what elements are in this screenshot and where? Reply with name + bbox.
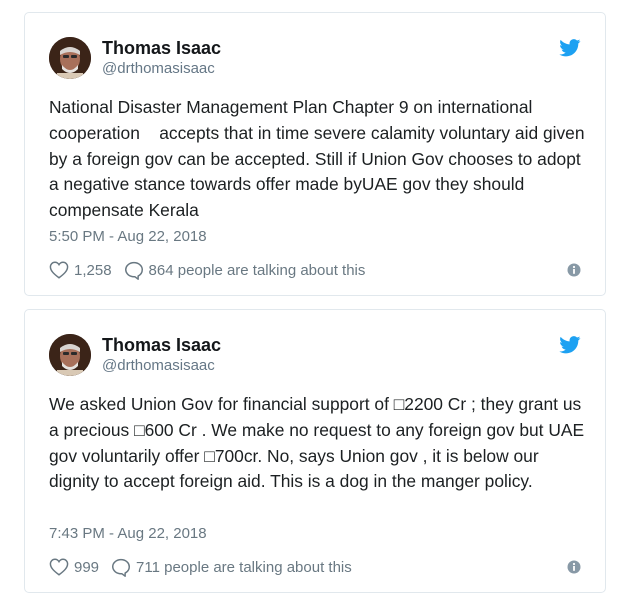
- reply-button[interactable]: 711 people are talking about this: [111, 558, 352, 577]
- author-handle[interactable]: @drthomasisaac: [102, 357, 215, 375]
- author-name[interactable]: Thomas Isaac: [102, 37, 221, 59]
- like-count: 999: [74, 558, 100, 576]
- talking-about-text: 711 people are talking about this: [136, 558, 352, 576]
- heart-icon: [49, 261, 69, 279]
- tweet-timestamp[interactable]: 7:43 PM - Aug 22, 2018: [49, 524, 207, 544]
- twitter-bird-icon[interactable]: [559, 39, 581, 57]
- heart-icon: [49, 558, 69, 576]
- like-count: 1,258: [74, 261, 112, 279]
- tweet-text: National Disaster Management Plan Chapte…: [49, 97, 590, 221]
- author-name[interactable]: Thomas Isaac: [102, 334, 221, 356]
- like-button[interactable]: 999: [49, 558, 111, 576]
- avatar[interactable]: [49, 334, 91, 376]
- tweet-timestamp[interactable]: 5:50 PM - Aug 22, 2018: [49, 227, 207, 247]
- info-icon[interactable]: [567, 263, 581, 277]
- tweet-card[interactable]: Thomas Isaac @drthomasisaac We asked Uni…: [24, 309, 606, 593]
- tweet-text: We asked Union Gov for financial support…: [49, 394, 589, 492]
- speech-bubble-icon: [111, 558, 131, 577]
- twitter-bird-icon[interactable]: [559, 336, 581, 354]
- avatar[interactable]: [49, 37, 91, 79]
- author-handle[interactable]: @drthomasisaac: [102, 60, 215, 78]
- tweet-actions: 1,258 864 people are talking about this: [49, 258, 365, 282]
- reply-button[interactable]: 864 people are talking about this: [124, 261, 366, 280]
- tweet-actions: 999 711 people are talking about this: [49, 555, 352, 579]
- info-icon[interactable]: [567, 560, 581, 574]
- tweet-card[interactable]: Thomas Isaac @drthomasisaac National Dis…: [24, 12, 606, 296]
- like-button[interactable]: 1,258: [49, 261, 124, 279]
- speech-bubble-icon: [124, 261, 144, 280]
- talking-about-text: 864 people are talking about this: [148, 261, 366, 279]
